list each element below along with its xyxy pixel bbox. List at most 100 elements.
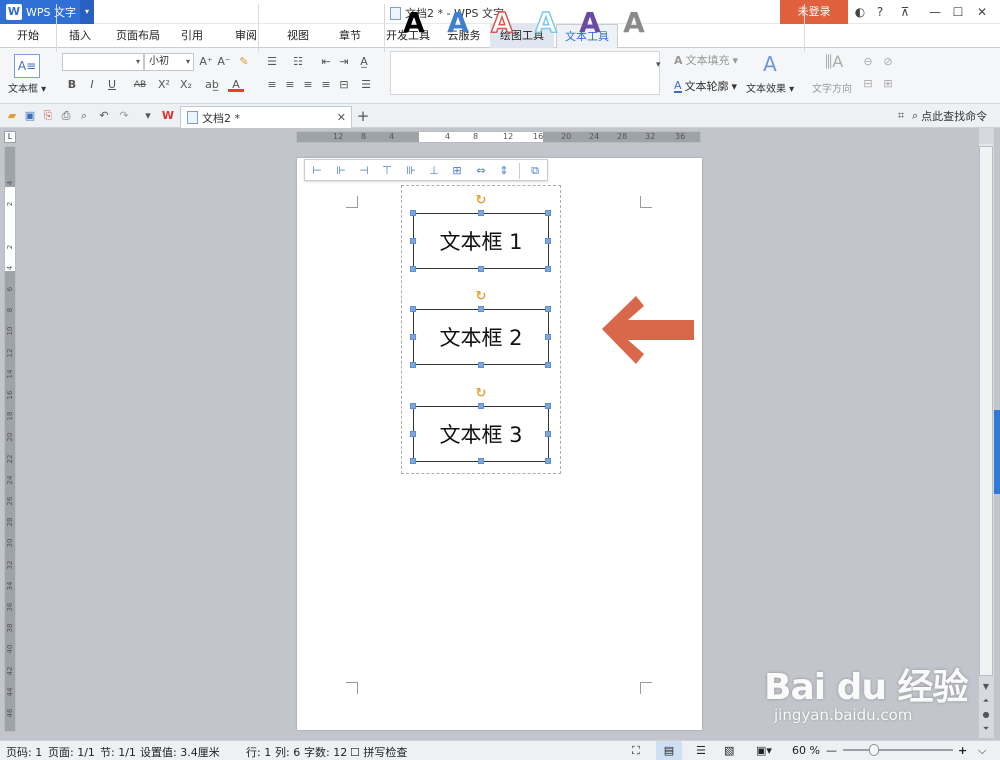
resize-handle[interactable] [545,210,551,216]
align-left-icon[interactable]: ⊢ [309,163,325,179]
zoom-slider-knob[interactable] [869,744,879,756]
align-right-icon[interactable]: ⊣ [356,163,372,179]
resize-handle[interactable] [410,431,416,437]
outline-view-icon[interactable]: ☰ [696,744,706,757]
subscript-icon[interactable]: X₂ [178,77,194,93]
clear-format-icon[interactable]: ✎ [236,54,252,70]
highlight-icon[interactable]: ab̲ [202,77,222,93]
align-center-icon[interactable]: ≡ [282,77,298,93]
vertical-ruler[interactable]: 4 2 2 4 6 8 10 12 14 16 18 20 22 24 26 28 30 32 34 36 38 40 42… [4,146,16,732]
fullscreen-icon[interactable]: ⛶ [632,744,640,758]
distribute-horizontally-icon[interactable]: ⇔ [473,163,489,179]
style-lightblue-outline-icon[interactable]: A [526,5,566,40]
resize-handle[interactable] [545,238,551,244]
skin-icon[interactable]: ◐ [850,3,870,21]
resize-handle[interactable] [410,458,416,464]
tab-page-layout[interactable]: 页面布局 [110,24,166,48]
close-tab-icon[interactable]: ✕ [337,111,346,124]
reading-view-icon[interactable]: ▣▾ [756,744,772,757]
chevron-down-icon[interactable]: ▾ [80,0,94,24]
superscript-icon[interactable]: X² [156,77,172,93]
redo-icon[interactable]: ↷ [116,108,132,124]
text-outline-button[interactable]: A 文本轮廓 ▾ [674,78,737,94]
resize-handle[interactable] [545,458,551,464]
customize-toolbar-icon[interactable]: ▾ [140,108,156,124]
spell-check-toggle[interactable]: ☐ 拼写检查 [350,744,407,760]
group-icon[interactable]: ⧉ [527,163,543,179]
italic-icon[interactable]: I [84,77,100,93]
textbox-icon[interactable]: A≡ [14,54,40,78]
grow-font-icon[interactable]: A⁺ [198,54,214,70]
line-spacing-icon[interactable]: ☰ [358,77,374,93]
status-more-icon[interactable]: ⌵ [978,744,986,758]
ruler-corner-icon[interactable]: L [4,131,16,143]
zoom-slider-track[interactable] [843,749,953,751]
zoom-out-icon[interactable]: — [826,744,837,757]
tab-view[interactable]: 视图 [278,24,318,48]
increase-indent-icon[interactable]: ⇥ [336,54,352,70]
text-fill-button[interactable]: A 文本填充 ▾ [674,52,738,68]
style-gray-icon[interactable]: A [614,6,654,39]
textbox-1[interactable]: 文本框 1 [413,213,549,269]
align-horizontal-center-icon[interactable]: ⊩ [333,163,349,179]
scroll-down-icon[interactable]: ▼ [979,680,993,694]
next-textbox-icon[interactable]: ⊞ [880,76,896,92]
numbered-list-icon[interactable]: ☷ [290,54,306,70]
rotate-handle-icon[interactable]: ↻ [475,290,487,303]
textbox-3[interactable]: 文本框 3 [413,406,549,462]
tab-insert[interactable]: 插入 [58,24,102,48]
app-menu-button[interactable]: W WPS 文字 ▾ [0,0,94,24]
export-pdf-icon[interactable]: ⎘ [40,108,56,124]
side-panel-tab[interactable] [994,410,1000,494]
align-right-icon[interactable]: ≡ [300,77,316,93]
resize-handle[interactable] [478,458,484,464]
font-size-combo[interactable]: 小初 [144,53,194,71]
resize-handle[interactable] [478,362,484,368]
resize-handle[interactable] [410,403,416,409]
resize-handle[interactable] [410,266,416,272]
text-direction-label[interactable]: 文字方向 [812,80,852,95]
open-folder-icon[interactable]: ▰ [4,108,20,124]
align-left-icon[interactable]: ≡ [264,77,280,93]
minimize-icon[interactable]: — [925,3,945,21]
tab-home[interactable]: 开始 [6,24,50,48]
gallery-more-icon[interactable]: ▾ [656,60,661,70]
align-vertical-center-icon[interactable]: ⊪ [403,163,419,179]
textbox-button[interactable]: 文本框 ▾ [8,80,46,95]
pin-icon[interactable]: ⌗ [893,108,909,124]
wps-home-icon[interactable]: W [160,108,176,124]
scroll-thumb[interactable] [979,146,993,676]
document-tab[interactable]: 文档2 * ✕ [180,106,352,128]
tab-references[interactable]: 引用 [172,24,212,48]
horizontal-ruler[interactable]: 12 8 4 4 8 12 16 20 24 28 32 36 [296,131,701,143]
rotate-handle-icon[interactable]: ↻ [475,194,487,207]
resize-handle[interactable] [545,362,551,368]
save-icon[interactable]: ▣ [22,108,38,124]
style-purple-icon[interactable]: A [570,6,610,39]
bold-icon[interactable]: B [64,77,80,93]
select-browse-icon[interactable]: ● [979,708,993,722]
login-button[interactable]: 未登录 [780,0,848,24]
undo-icon[interactable]: ↶ [96,108,112,124]
rotate-handle-icon[interactable]: ↻ [475,387,487,400]
font-name-combo[interactable] [62,53,144,71]
shrink-font-icon[interactable]: A⁻ [216,54,232,70]
decrease-indent-icon[interactable]: ⇤ [318,54,334,70]
distribute-vertically-icon[interactable]: ⇕ [496,163,512,179]
zoom-level[interactable]: 60 % [792,744,820,757]
prev-textbox-icon[interactable]: ⊟ [860,76,876,92]
link-textbox-icon[interactable]: ⊖ [860,54,876,70]
underline-icon[interactable]: U [104,77,120,93]
resize-handle[interactable] [410,238,416,244]
resize-handle[interactable] [545,334,551,340]
text-effect-icon[interactable]: A [760,52,780,76]
resize-handle[interactable] [545,306,551,312]
resize-handle[interactable] [478,210,484,216]
next-page-icon[interactable]: ⏷ [979,722,993,736]
resize-handle[interactable] [545,266,551,272]
search-command[interactable]: ⌕ 点此查找命令 [912,108,987,124]
resize-handle[interactable] [478,266,484,272]
prev-page-icon[interactable]: ⏶ [979,694,993,708]
text-style-icon[interactable]: A̲ [356,54,372,70]
font-color-icon[interactable]: A [228,77,244,92]
